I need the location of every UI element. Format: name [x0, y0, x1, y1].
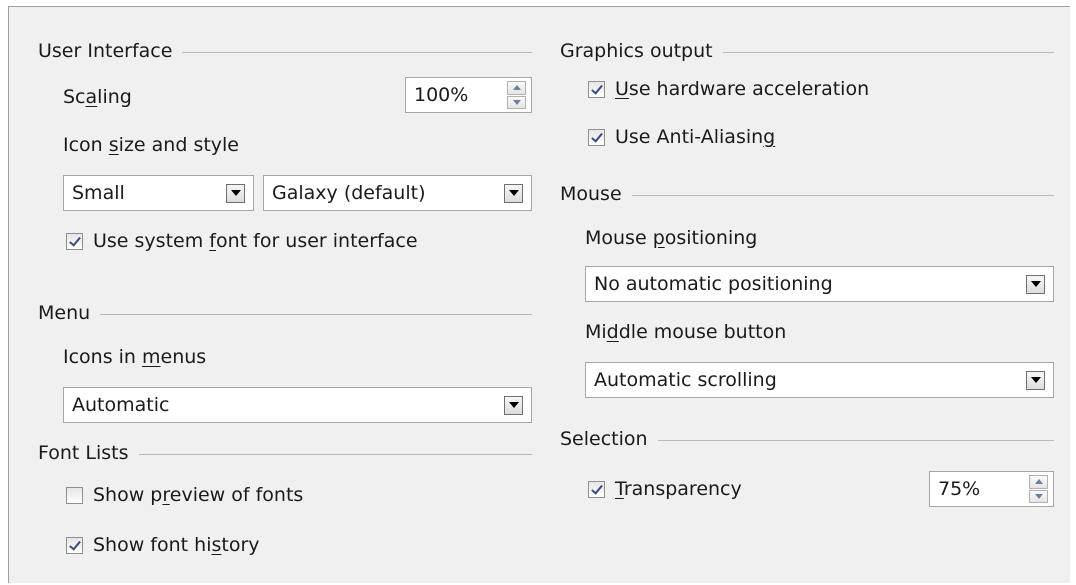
section-divider	[631, 194, 1054, 196]
spin-down-button[interactable]	[507, 95, 526, 109]
arrow-down-icon	[1034, 493, 1043, 499]
icons-in-menus-value: Automatic	[72, 394, 170, 416]
icons-in-menus-label: Icons in menus	[63, 346, 207, 368]
anti-aliasing-checkbox[interactable]	[588, 128, 605, 146]
scaling-label: Scaling	[63, 86, 132, 108]
mouse-heading: Mouse	[560, 183, 622, 205]
section-divider	[182, 51, 532, 53]
use-system-font-checkbox[interactable]	[66, 232, 83, 250]
transparency-checkbox-row[interactable]: Transparency	[588, 477, 742, 501]
show-font-history-checkbox[interactable]	[66, 536, 83, 554]
chevron-down-icon	[1030, 377, 1041, 383]
icon-size-dropdown-button[interactable]	[226, 183, 245, 203]
show-font-history-checkbox-row[interactable]: Show font history	[66, 533, 260, 557]
show-font-history-label: Show font history	[93, 534, 260, 556]
middle-mouse-button-label: Middle mouse button	[585, 321, 787, 343]
transparency-value: 75%	[938, 478, 981, 500]
user-interface-heading: User Interface	[38, 40, 173, 62]
mouse-positioning-label: Mouse positioning	[585, 227, 758, 249]
graphics-output-heading: Graphics output	[560, 40, 713, 62]
icons-in-menus-dropdown-button[interactable]	[504, 395, 523, 415]
middle-mouse-button-value: Automatic scrolling	[594, 369, 777, 391]
scaling-spinbox[interactable]: 100%	[405, 77, 532, 113]
icon-style-value: Galaxy (default)	[272, 182, 426, 204]
selection-heading: Selection	[560, 428, 648, 450]
use-system-font-label: Use system font for user interface	[93, 230, 418, 252]
middle-mouse-button-dropdown-button[interactable]	[1026, 370, 1045, 390]
font-lists-section-header: Font Lists	[38, 441, 532, 465]
menu-section-header: Menu	[38, 301, 532, 325]
transparency-spinbox[interactable]: 75%	[929, 471, 1054, 507]
chevron-down-icon	[508, 190, 519, 196]
chevron-down-icon	[230, 190, 241, 196]
use-system-font-checkbox-row[interactable]: Use system font for user interface	[66, 229, 418, 253]
section-divider	[100, 313, 532, 315]
transparency-label: Transparency	[615, 478, 742, 500]
font-lists-heading: Font Lists	[38, 442, 129, 464]
user-interface-section-header: User Interface	[38, 39, 532, 63]
scaling-spin-buttons[interactable]	[507, 81, 526, 109]
icon-size-value: Small	[72, 182, 125, 204]
mouse-positioning-value: No automatic positioning	[594, 273, 833, 295]
icon-size-dropdown[interactable]: Small	[63, 175, 254, 211]
chevron-down-icon	[1030, 281, 1041, 287]
menu-heading: Menu	[38, 302, 91, 324]
show-preview-fonts-checkbox[interactable]	[66, 486, 83, 504]
section-divider	[657, 439, 1054, 441]
arrow-up-icon	[512, 85, 521, 91]
mouse-section-header: Mouse	[560, 182, 1054, 206]
spin-down-button[interactable]	[1029, 489, 1048, 503]
middle-mouse-button-dropdown[interactable]: Automatic scrolling	[585, 362, 1054, 398]
graphics-output-section-header: Graphics output	[560, 39, 1054, 63]
spin-up-button[interactable]	[507, 81, 526, 95]
mouse-positioning-dropdown[interactable]: No automatic positioning	[585, 266, 1054, 302]
icon-style-dropdown[interactable]: Galaxy (default)	[263, 175, 532, 211]
show-preview-fonts-checkbox-row[interactable]: Show preview of fonts	[66, 483, 303, 507]
hardware-acceleration-checkbox[interactable]	[588, 80, 605, 98]
arrow-up-icon	[1034, 479, 1043, 485]
scaling-value: 100%	[414, 84, 469, 106]
anti-aliasing-checkbox-row[interactable]: Use Anti-Aliasing	[588, 125, 775, 149]
show-preview-fonts-label: Show preview of fonts	[93, 484, 304, 506]
anti-aliasing-label: Use Anti-Aliasing	[615, 126, 776, 148]
chevron-down-icon	[508, 402, 519, 408]
icons-in-menus-dropdown[interactable]: Automatic	[63, 387, 532, 423]
section-divider	[138, 453, 532, 455]
section-divider	[722, 51, 1054, 53]
hardware-acceleration-checkbox-row[interactable]: Use hardware acceleration	[588, 77, 869, 101]
options-view-panel: User Interface Scaling 100% Icon size an…	[8, 6, 1070, 583]
hardware-acceleration-label: Use hardware acceleration	[615, 78, 870, 100]
mouse-positioning-dropdown-button[interactable]	[1026, 274, 1045, 294]
spin-up-button[interactable]	[1029, 475, 1048, 489]
transparency-checkbox[interactable]	[588, 480, 605, 498]
selection-section-header: Selection	[560, 427, 1054, 451]
arrow-down-icon	[512, 99, 521, 105]
icon-style-dropdown-button[interactable]	[504, 183, 523, 203]
transparency-spin-buttons[interactable]	[1029, 475, 1048, 503]
icon-size-style-label: Icon size and style	[63, 134, 239, 156]
